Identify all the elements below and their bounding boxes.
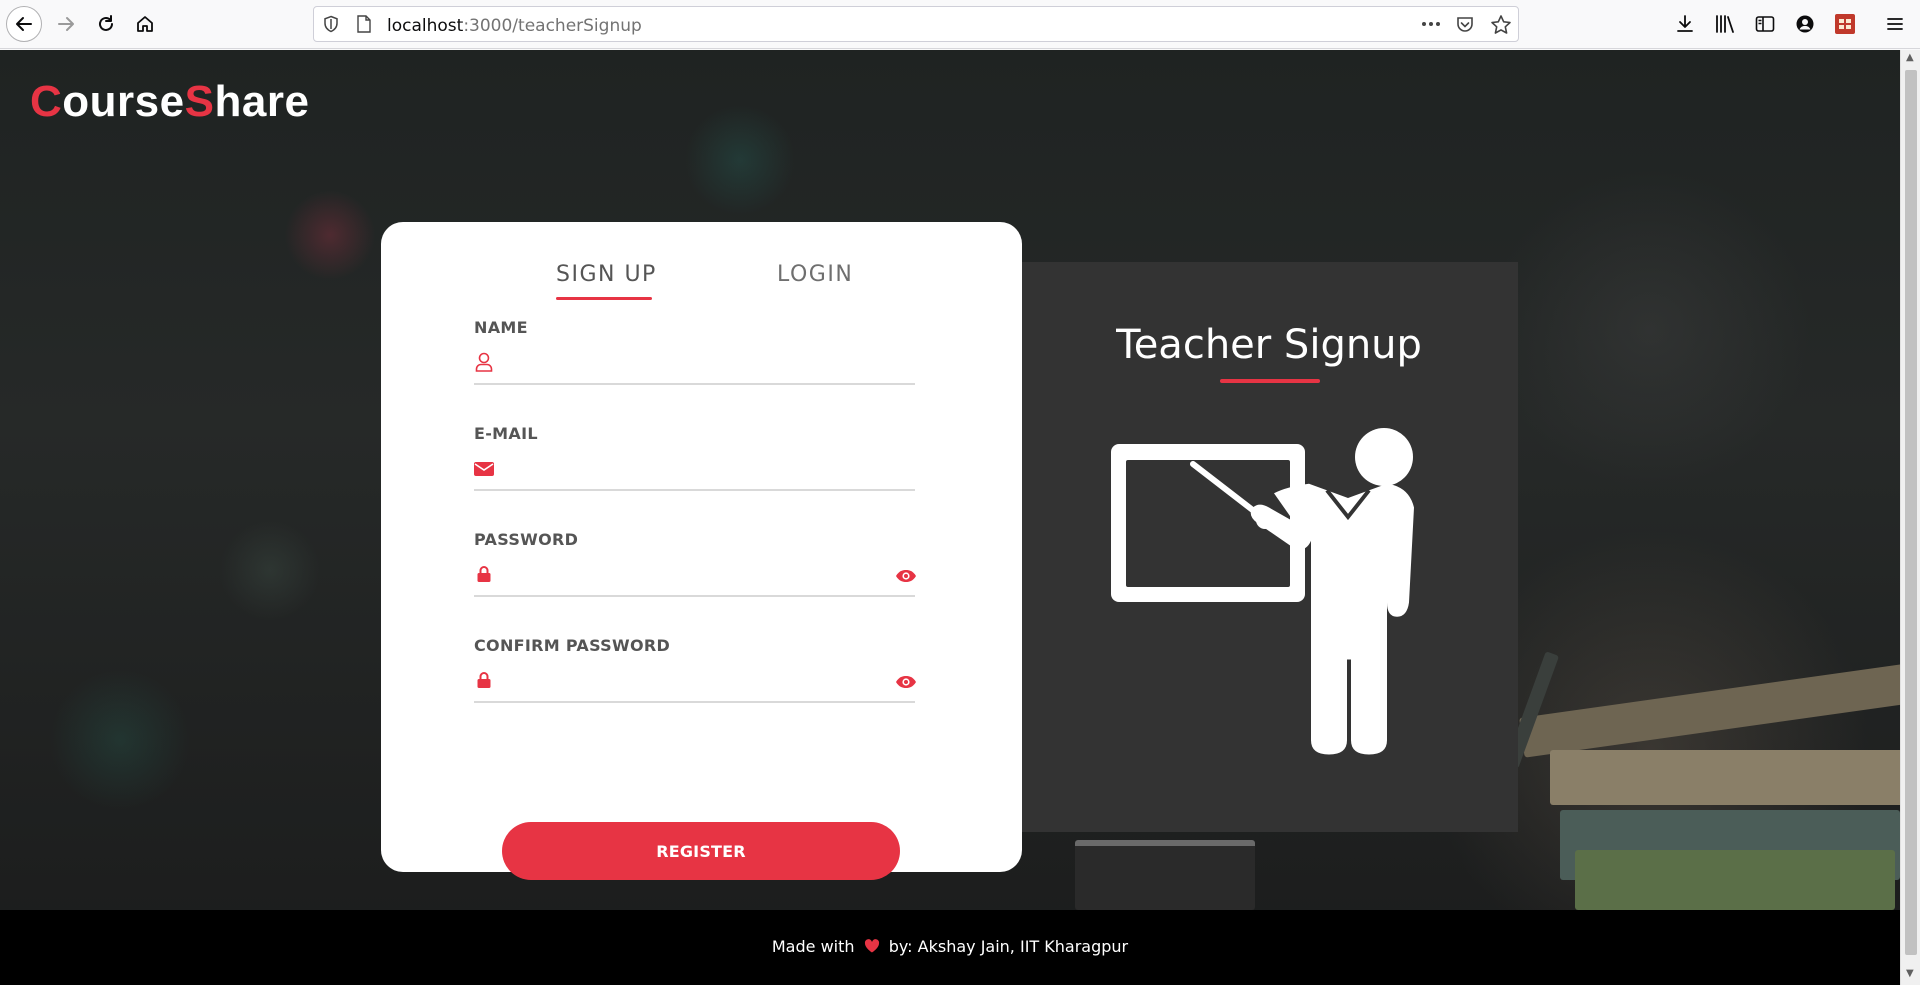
tab-login[interactable]: LOGIN (777, 262, 853, 287)
page-icon[interactable] (356, 15, 372, 33)
confirm-password-field[interactable] (504, 666, 874, 694)
password-field[interactable] (504, 560, 874, 588)
page-viewport: CourseShare Teacher Signup SIGN UP LOGIN… (0, 50, 1900, 985)
email-field[interactable] (504, 454, 874, 482)
back-arrow-icon (16, 17, 32, 31)
home-button[interactable] (127, 6, 163, 42)
scroll-down-arrow[interactable]: ▼ (1906, 968, 1914, 979)
name-field-underline (474, 383, 915, 385)
show-password-icon[interactable] (895, 568, 917, 584)
back-button[interactable] (6, 6, 42, 42)
teacher-at-blackboard-icon (1111, 428, 1414, 755)
forward-button[interactable] (48, 6, 84, 42)
extension-icon[interactable] (1832, 11, 1858, 37)
email-field-underline (474, 489, 915, 491)
account-icon[interactable] (1792, 11, 1818, 37)
heart-icon (864, 937, 880, 956)
footer-prefix: Made with (771, 937, 855, 956)
panel-title-underline (1220, 379, 1320, 383)
panel-title: Teacher Signup (1116, 322, 1422, 368)
active-tab-indicator (556, 297, 652, 300)
library-icon[interactable] (1712, 11, 1738, 37)
scroll-up-arrow[interactable]: ▲ (1906, 52, 1914, 63)
hamburger-menu-icon[interactable] (1882, 11, 1908, 37)
envelope-icon (474, 459, 494, 479)
url-host: localhost (387, 16, 464, 36)
sidebar-icon[interactable] (1752, 11, 1778, 37)
background-pencil-cup (1075, 840, 1255, 910)
background-book (1550, 750, 1900, 805)
lock-icon (474, 670, 494, 690)
reload-icon (99, 15, 113, 31)
url-bar[interactable]: localhost:3000/teacherSignup (313, 6, 1519, 42)
footer: Made with by: Akshay Jain, IIT Kharagpur (0, 910, 1900, 985)
download-icon[interactable] (1672, 11, 1698, 37)
more-dots-icon[interactable] (1420, 14, 1442, 34)
password-label: PASSWORD (474, 530, 579, 549)
tab-sign-up[interactable]: SIGN UP (556, 262, 657, 287)
home-icon (137, 16, 153, 32)
shield-icon[interactable] (322, 15, 340, 33)
email-label: E-MAIL (474, 424, 538, 443)
teacher-panel: Teacher Signup (1020, 262, 1518, 832)
name-field[interactable] (504, 348, 874, 376)
scrollbar-thumb[interactable] (1905, 70, 1917, 955)
password-field-underline (474, 595, 915, 597)
name-label: NAME (474, 318, 528, 337)
reload-button[interactable] (88, 6, 124, 42)
register-button[interactable]: REGISTER (502, 822, 900, 880)
show-confirm-password-icon[interactable] (895, 674, 917, 690)
confirm-password-label: CONFIRM PASSWORD (474, 636, 671, 655)
signup-card: SIGN UP LOGIN NAME E-MAIL PASSWORD CONFI… (381, 222, 1022, 880)
forward-arrow-icon (58, 17, 74, 31)
background-book (1519, 662, 1900, 758)
lock-icon (474, 564, 494, 584)
url-text[interactable]: localhost:3000/teacherSignup (387, 16, 642, 36)
star-icon[interactable] (1490, 14, 1512, 36)
brand-logo[interactable]: CourseShare (30, 77, 309, 127)
pocket-icon[interactable] (1455, 15, 1475, 35)
footer-suffix: by: Akshay Jain, IIT Kharagpur (888, 937, 1129, 956)
user-icon (474, 352, 494, 372)
footer-credit: Made with by: Akshay Jain, IIT Kharagpur (0, 937, 1900, 956)
background-book (1575, 850, 1895, 910)
url-path: :3000/teacherSignup (463, 16, 642, 36)
page-scrollbar[interactable]: ▲ ▼ (1900, 50, 1920, 985)
browser-toolbar: localhost:3000/teacherSignup (0, 0, 1920, 49)
confirm-password-field-underline (474, 701, 915, 703)
